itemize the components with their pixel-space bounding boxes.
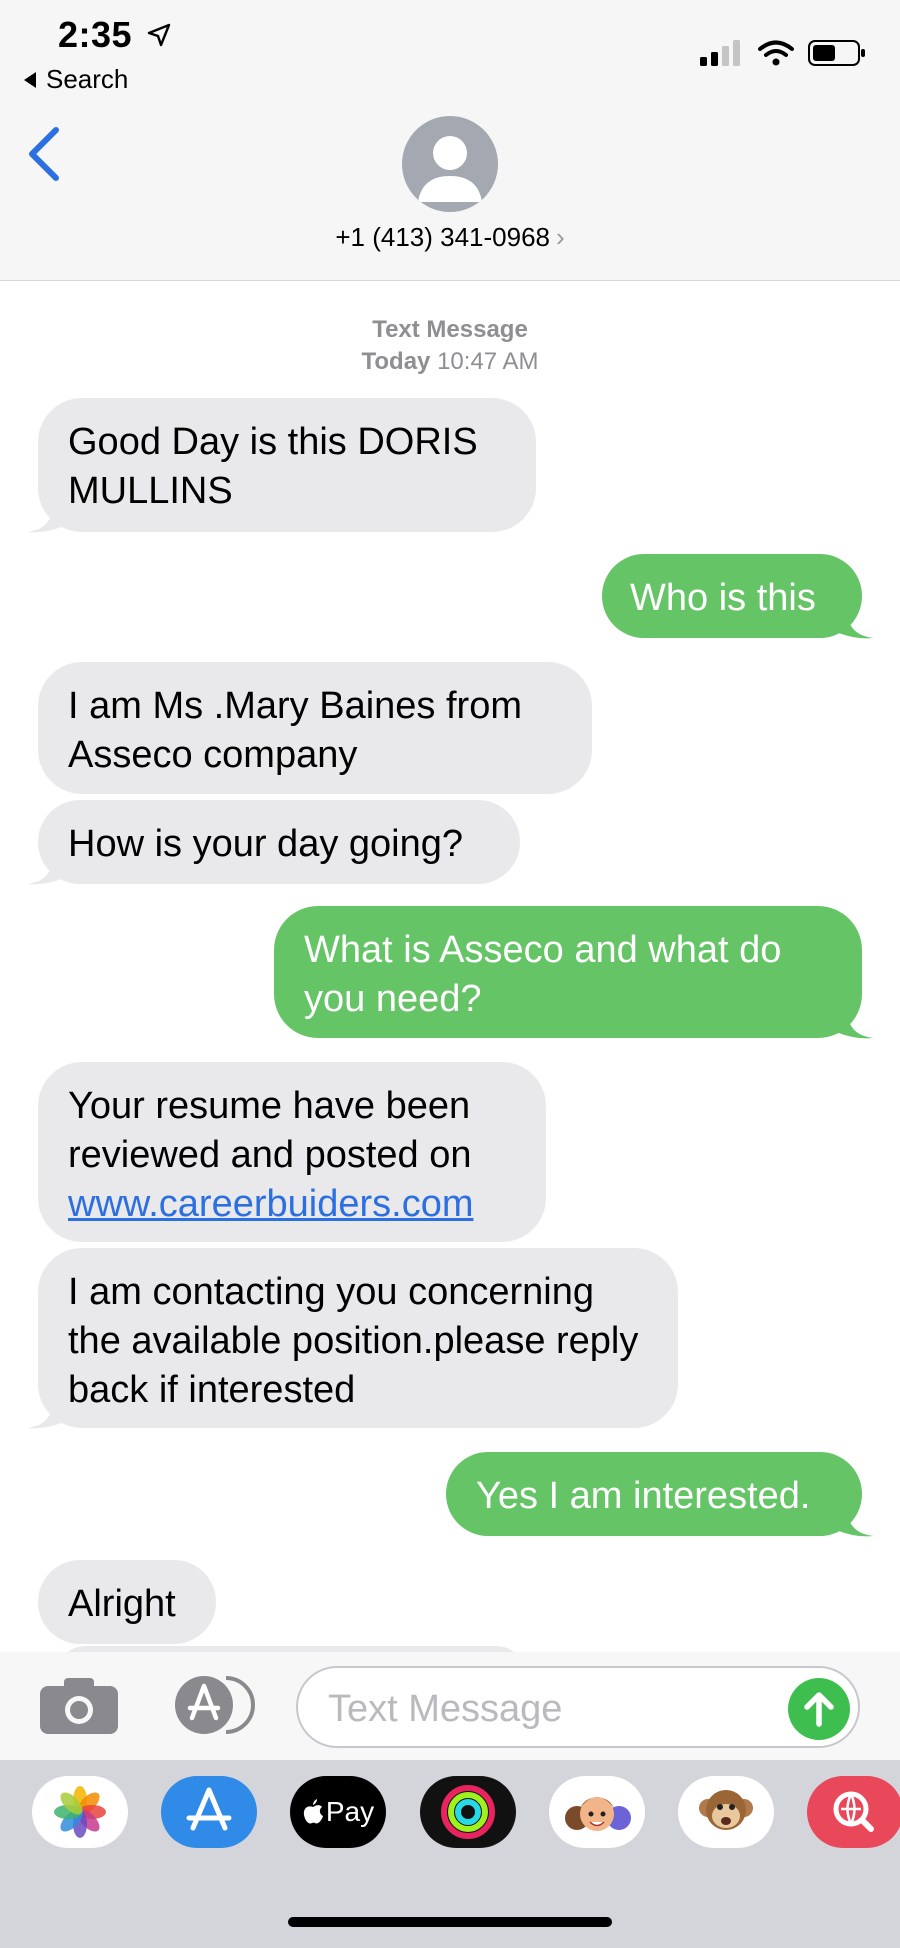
apple-pay-label: Pay — [325, 1796, 375, 1827]
location-arrow-icon — [146, 22, 172, 53]
activity-icon — [441, 1785, 495, 1839]
message-incoming[interactable]: How is your day going? — [38, 800, 520, 884]
bubble-tail — [26, 500, 64, 533]
memoji-icon — [565, 1797, 631, 1831]
message-text: Who is this — [630, 577, 816, 619]
back-to-search-button[interactable]: Search — [24, 64, 128, 95]
status-icons — [700, 40, 866, 66]
message-text: Yes I am interested. — [476, 1475, 811, 1517]
message-text: Alright — [68, 1583, 176, 1625]
app-store-drawer-icon — [186, 1787, 232, 1831]
message-input-placeholder: Text Message — [328, 1688, 563, 1730]
wifi-icon — [758, 40, 794, 66]
send-button[interactable] — [788, 1678, 850, 1740]
contact-avatar[interactable] — [402, 116, 498, 212]
message-text: I am Ms .Mary Baines from Asseco company — [68, 685, 522, 776]
photos-app-button[interactable] — [32, 1776, 128, 1848]
memoji-app-button[interactable] — [549, 1776, 645, 1848]
camera-icon[interactable] — [40, 1676, 118, 1739]
message-incoming[interactable]: Alright — [38, 1560, 216, 1644]
timestamp-day: Today — [361, 348, 431, 375]
chevron-left-icon[interactable] — [24, 124, 64, 189]
apple-pay-icon — [303, 1799, 323, 1824]
person-icon — [418, 136, 482, 202]
contact-name[interactable]: +1 (413) 341-0968 › — [0, 222, 900, 253]
message-outgoing[interactable]: What is Asseco and what do you need? — [274, 906, 862, 1038]
message-text: Your resume have been reviewed and poste… — [68, 1085, 472, 1176]
bubble-tail — [836, 1504, 874, 1537]
bubble-tail — [26, 1396, 64, 1429]
bubble-tail — [26, 852, 64, 885]
message-text: I am contacting you concerning the avail… — [68, 1271, 639, 1411]
animoji-app-button[interactable] — [678, 1776, 774, 1848]
monkey-icon — [699, 1790, 753, 1830]
status-time: 2:35 — [58, 14, 133, 55]
home-indicator[interactable] — [288, 1917, 612, 1927]
careerbuilders-link[interactable]: www.careerbuiders.com — [68, 1183, 473, 1225]
signal-icon — [700, 40, 740, 66]
photos-icon — [54, 1786, 106, 1838]
message-text: Good Day is this DORIS MULLINS — [68, 421, 478, 512]
message-text: How is your day going? — [68, 823, 463, 865]
apple-pay-app-button[interactable]: Pay — [290, 1776, 386, 1848]
message-outgoing[interactable]: Yes I am interested. — [446, 1452, 862, 1536]
send-arrow-icon — [804, 1692, 834, 1727]
thread-timestamp: Text Message Today 10:47 AM — [0, 314, 900, 378]
contact-number: +1 (413) 341-0968 — [335, 222, 550, 252]
battery-icon — [808, 40, 865, 66]
message-incoming[interactable]: I am Ms .Mary Baines from Asseco company — [38, 662, 592, 794]
activity-app-button[interactable] — [420, 1776, 516, 1848]
back-triangle-icon — [24, 71, 36, 88]
timestamp-title: Text Message — [372, 316, 528, 343]
back-to-search-label: Search — [46, 64, 129, 94]
message-incoming[interactable]: Your resume have been reviewed and poste… — [38, 1062, 546, 1242]
message-outgoing[interactable]: Who is this — [602, 554, 862, 638]
app-store-app-button[interactable] — [161, 1776, 257, 1848]
bubble-tail — [836, 1006, 874, 1039]
message-incoming[interactable]: I am contacting you concerning the avail… — [38, 1248, 678, 1428]
web-search-app-button[interactable] — [807, 1776, 900, 1848]
timestamp-time: 10:47 AM — [437, 348, 539, 375]
message-incoming[interactable]: Good Day is this DORIS MULLINS — [38, 398, 536, 532]
web-search-icon — [833, 1791, 874, 1832]
message-text: What is Asseco and what do you need? — [304, 929, 782, 1020]
app-store-icon[interactable] — [166, 1672, 256, 1743]
contact-chevron: › — [556, 222, 565, 252]
bubble-tail — [836, 606, 874, 639]
